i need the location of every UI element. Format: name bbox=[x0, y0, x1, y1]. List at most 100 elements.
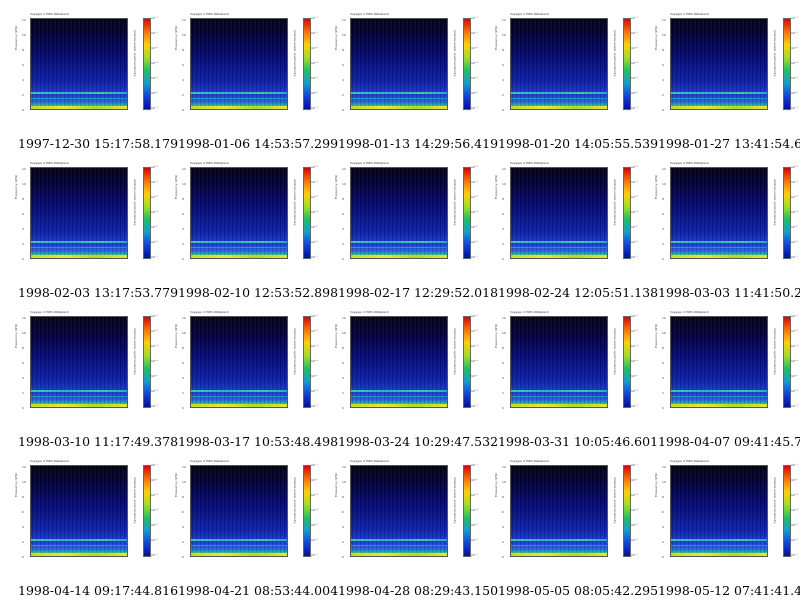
y-axis-ticks: 12 10 8 6 4 2 0 bbox=[182, 18, 190, 112]
emission-line bbox=[191, 247, 287, 248]
thumbnail-caption[interactable]: 1997-12-30 15:17:58.179 bbox=[18, 136, 178, 151]
y-tick-label: 12 bbox=[662, 18, 666, 22]
y-axis-label: Frequency (kHz) bbox=[174, 25, 178, 50]
plot-title: Voyager 2 PWS Wideband bbox=[510, 12, 549, 16]
spectrogram-thumbnail[interactable]: Voyager 2 PWS Wideband Frequency (kHz) 12 1… bbox=[480, 457, 658, 606]
spectrogram-thumbnail[interactable]: Voyager 2 PWS Wideband Frequency (kHz) 12 1… bbox=[160, 308, 338, 457]
thumbnail-caption[interactable]: 1998-03-17 10:53:48.498 bbox=[178, 434, 338, 449]
y-tick-label: 6 bbox=[342, 63, 344, 67]
plot-title: Voyager 2 PWS Wideband bbox=[190, 310, 229, 314]
colorbar-tick-label: 10⁻⁵ bbox=[151, 523, 158, 527]
thumbnail-caption[interactable]: 1998-01-06 14:53:57.299 bbox=[178, 136, 338, 151]
spectrogram-thumbnail[interactable]: Voyager 2 PWS Wideband Frequency (kHz) 12 1… bbox=[320, 457, 498, 606]
plot-title: Voyager 2 PWS Wideband bbox=[670, 161, 709, 165]
y-axis-label: Frequency (kHz) bbox=[654, 25, 658, 50]
thumbnail-caption[interactable]: 1998-02-24 12:05:51.138 bbox=[498, 285, 658, 300]
spectrogram-thumbnail[interactable]: Voyager 2 PWS Wideband Frequency (kHz) 12 1… bbox=[0, 457, 178, 606]
spectrogram-thumbnail[interactable]: Voyager 2 PWS Wideband Frequency (kHz) 12 1… bbox=[320, 308, 498, 457]
thumbnail-caption[interactable]: 1998-01-27 13:41:54.659 bbox=[658, 136, 800, 151]
spectrogram-thumbnail[interactable]: Voyager 2 PWS Wideband Frequency (kHz) 12 1… bbox=[0, 308, 178, 457]
spectrogram-thumbnail[interactable]: Voyager 2 PWS Wideband Frequency (kHz) 12 1… bbox=[0, 10, 178, 159]
y-tick-label: 6 bbox=[182, 63, 184, 67]
y-tick-label: 0 bbox=[182, 406, 184, 410]
spectrogram-thumbnail[interactable]: Voyager 2 PWS Wideband Frequency (kHz) 12 1… bbox=[160, 10, 338, 159]
colorbar-tick-label: 10⁻⁶ bbox=[471, 240, 478, 244]
spectrogram-thumbnail[interactable]: Voyager 2 PWS Wideband Frequency (kHz) 12 1… bbox=[320, 159, 498, 308]
colorbar-tick-label: 10⁻³ bbox=[631, 344, 638, 348]
low-frequency-noise-band bbox=[671, 404, 767, 407]
y-axis-ticks: 12 10 8 6 4 2 0 bbox=[662, 465, 670, 559]
y-axis-ticks: 12 10 8 6 4 2 0 bbox=[22, 18, 30, 112]
thumbnail-caption[interactable]: 1998-03-03 11:41:50.258 bbox=[658, 285, 800, 300]
spectrogram-thumbnail[interactable]: Voyager 2 PWS Wideband Frequency (kHz) 12 1… bbox=[640, 457, 800, 606]
spectrogram-thumbnail[interactable]: Voyager 2 PWS Wideband Frequency (kHz) 12 1… bbox=[640, 159, 800, 308]
y-tick-label: 8 bbox=[182, 197, 184, 201]
emission-line bbox=[671, 545, 767, 546]
y-tick-label: 12 bbox=[502, 18, 506, 22]
y-tick-label: 10 bbox=[182, 33, 186, 37]
colorbar-tick-label: 10⁻⁷ bbox=[631, 106, 638, 110]
y-tick-label: 10 bbox=[342, 33, 346, 37]
y-tick-label: 12 bbox=[662, 465, 666, 469]
spectrogram-thumbnail[interactable]: Voyager 2 PWS Wideband Frequency (kHz) 12 1… bbox=[640, 308, 800, 457]
colorbar bbox=[303, 167, 311, 259]
colorbar-tick-label: 10⁻⁶ bbox=[151, 240, 158, 244]
colorbar-ticks: 10⁻¹ 10⁻² 10⁻³ 10⁻⁴ 10⁻⁵ 10⁻⁶ 10⁻⁷ bbox=[151, 463, 159, 557]
thumbnail-caption[interactable]: 1998-04-07 09:41:45.708 bbox=[658, 434, 800, 449]
colorbar bbox=[783, 316, 791, 408]
y-tick-label: 8 bbox=[502, 346, 504, 350]
spectrogram-image bbox=[190, 167, 288, 259]
thumbnail-caption[interactable]: 1998-03-31 10:05:46.601 bbox=[498, 434, 658, 449]
thumbnail-caption[interactable]: 1998-03-10 11:17:49.378 bbox=[18, 434, 178, 449]
colorbar-tick-label: 10⁻⁴ bbox=[311, 210, 318, 214]
colorbar-tick-label: 10⁻² bbox=[791, 478, 798, 482]
colorbar-ticks: 10⁻¹ 10⁻² 10⁻³ 10⁻⁴ 10⁻⁵ 10⁻⁶ 10⁻⁷ bbox=[151, 165, 159, 259]
spectrogram-thumbnail[interactable]: Voyager 2 PWS Wideband Frequency (kHz) 12 1… bbox=[480, 308, 658, 457]
spectrogram-image bbox=[510, 465, 608, 557]
colorbar-tick-label: 10⁻³ bbox=[151, 195, 158, 199]
spectrogram-thumbnail[interactable]: Voyager 2 PWS Wideband Frequency (kHz) 12 1… bbox=[160, 457, 338, 606]
colorbar-tick-label: 10⁻² bbox=[151, 180, 158, 184]
spectrogram-thumbnail[interactable]: Voyager 2 PWS Wideband Frequency (kHz) 12 1… bbox=[320, 10, 498, 159]
spectrogram-thumbnail[interactable]: Voyager 2 PWS Wideband Frequency (kHz) 12 1… bbox=[480, 159, 658, 308]
y-tick-label: 10 bbox=[182, 480, 186, 484]
y-tick-label: 8 bbox=[342, 48, 344, 52]
thumbnail-caption[interactable]: 1998-02-03 13:17:53.779 bbox=[18, 285, 178, 300]
emission-line bbox=[31, 396, 127, 397]
y-axis-label: Frequency (kHz) bbox=[654, 174, 658, 199]
emission-line bbox=[671, 98, 767, 99]
colorbar-label: relative power spectral density bbox=[293, 328, 297, 375]
y-axis-label: Frequency (kHz) bbox=[334, 25, 338, 50]
colorbar-tick-label: 10⁻⁷ bbox=[631, 255, 638, 259]
spectrogram-image bbox=[670, 316, 768, 408]
colorbar bbox=[623, 167, 631, 259]
colorbar-tick-label: 10⁻² bbox=[311, 180, 318, 184]
thumbnail-caption[interactable]: 1998-02-10 12:53:52.898 bbox=[178, 285, 338, 300]
y-tick-label: 4 bbox=[662, 376, 664, 380]
spectrogram-thumbnail[interactable]: Voyager 2 PWS Wideband Frequency (kHz) 12 1… bbox=[160, 159, 338, 308]
y-tick-label: 10 bbox=[182, 182, 186, 186]
spectrogram-thumbnail[interactable]: Voyager 2 PWS Wideband Frequency (kHz) 12 1… bbox=[480, 10, 658, 159]
spectrogram-image bbox=[510, 316, 608, 408]
spectrogram-thumbnail[interactable]: Voyager 2 PWS Wideband Frequency (kHz) 12 1… bbox=[640, 10, 800, 159]
colorbar bbox=[783, 167, 791, 259]
y-axis-label: Frequency (kHz) bbox=[334, 174, 338, 199]
colorbar-tick-label: 10⁻⁷ bbox=[631, 553, 638, 557]
colorbar-tick-label: 10⁻⁶ bbox=[151, 538, 158, 542]
y-tick-label: 2 bbox=[662, 93, 664, 97]
emission-line bbox=[31, 247, 127, 248]
thumbnail-caption[interactable]: 1998-01-13 14:29:56.419 bbox=[338, 136, 498, 151]
colorbar-tick-label: 10⁻⁷ bbox=[311, 255, 318, 259]
colorbar-tick-label: 10⁻² bbox=[151, 478, 158, 482]
y-tick-label: 8 bbox=[502, 495, 504, 499]
low-frequency-noise-band bbox=[351, 255, 447, 258]
thumbnail-caption[interactable]: 1998-01-20 14:05:55.539 bbox=[498, 136, 658, 151]
spectrogram-image bbox=[670, 18, 768, 110]
colorbar bbox=[783, 18, 791, 110]
thumbnail-caption[interactable]: 1998-02-17 12:29:52.018 bbox=[338, 285, 498, 300]
colorbar-tick-label: 10⁻³ bbox=[471, 46, 478, 50]
thumbnail-caption[interactable]: 1998-03-24 10:29:47.532 bbox=[338, 434, 498, 449]
spectrogram-thumbnail[interactable]: Voyager 2 PWS Wideband Frequency (kHz) 12 1… bbox=[0, 159, 178, 308]
y-tick-label: 12 bbox=[502, 465, 506, 469]
colorbar-label: relative power spectral density bbox=[133, 179, 137, 226]
